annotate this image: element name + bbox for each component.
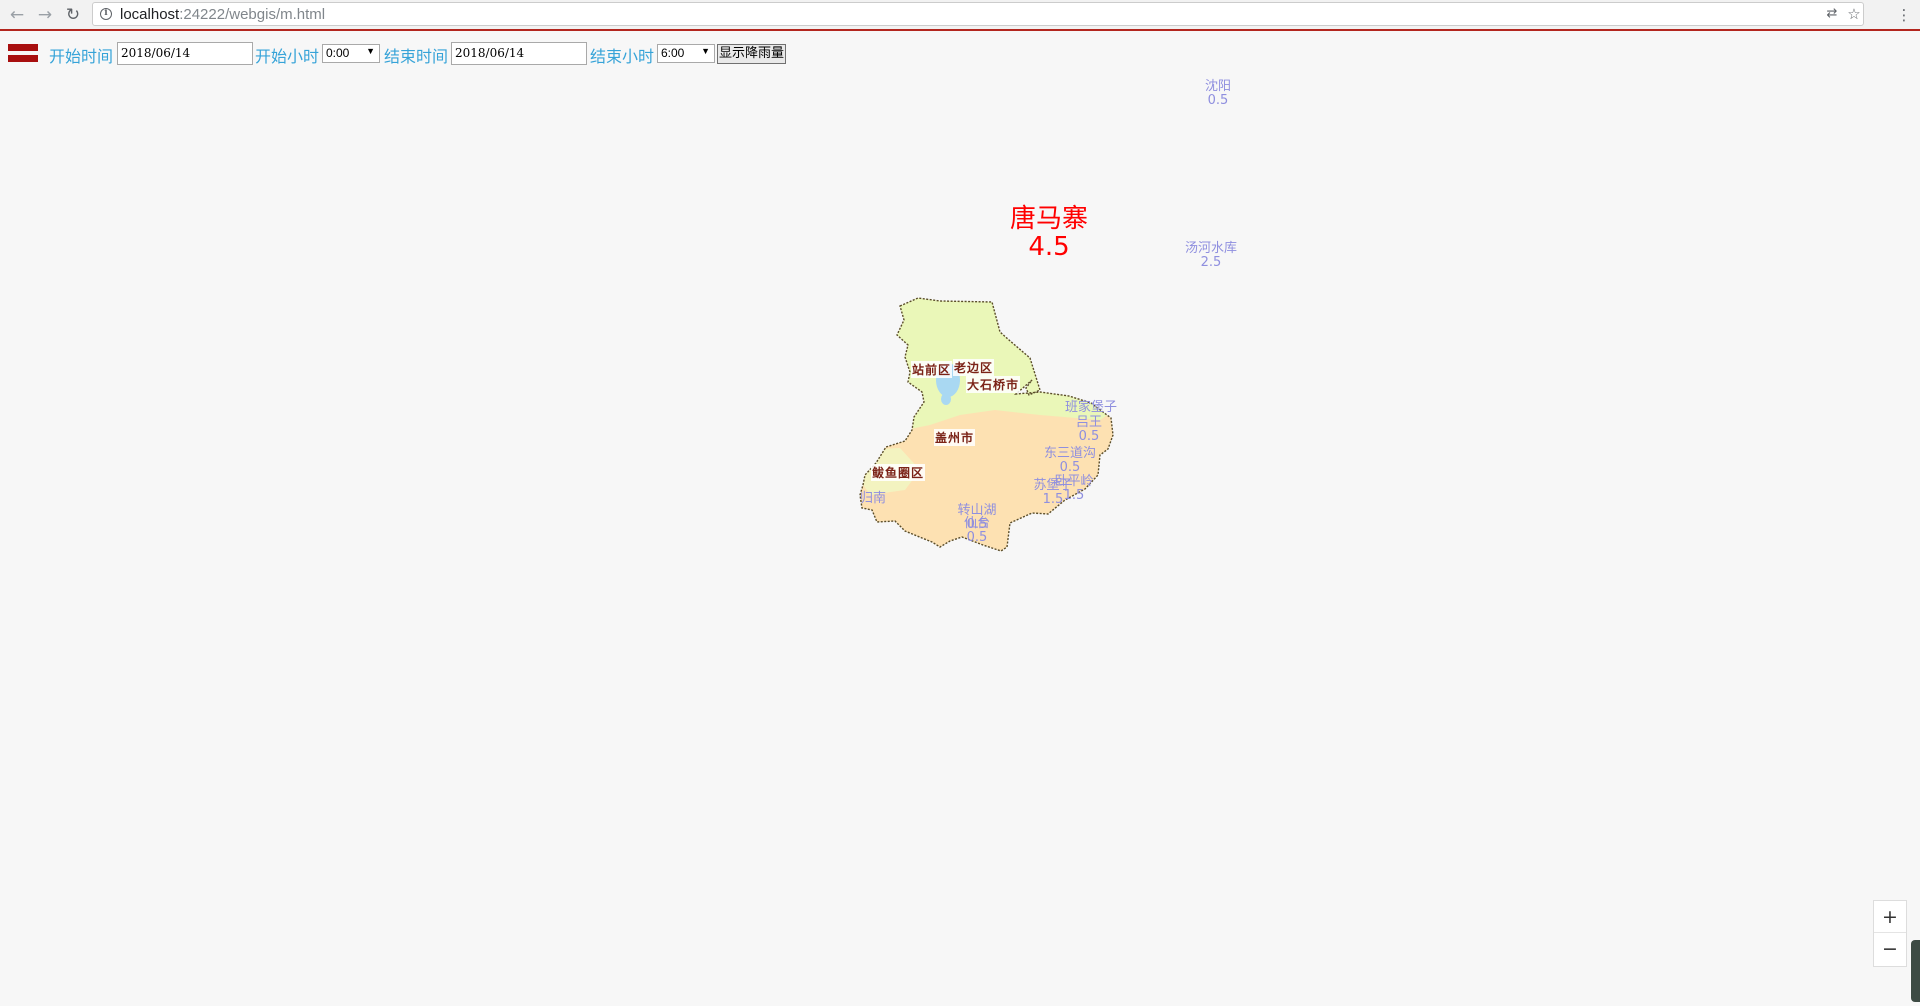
zoom-control: + − [1873,900,1907,967]
end-hour-label: 结束小时 [590,47,655,66]
end-date-label: 结束时间 [384,47,449,66]
end-date-input[interactable]: 2018/06/14 [451,42,587,65]
forward-icon[interactable]: → [34,4,56,26]
start-date-input[interactable]: 2018/06/14 [117,42,253,65]
station-name: 东三道沟 [1043,446,1097,461]
chevron-down-icon: ▼ [366,46,375,56]
station-name: 汤河水库 [1184,241,1238,256]
station-name: 归南 [859,491,887,506]
address-bar[interactable]: i localhost:24222/webgis/m.html ⇄ ☆ [92,2,1864,26]
station-name: 班家堡子 [1064,400,1118,415]
station-label[interactable]: 仙台 0.5 [964,517,990,545]
show-rainfall-button[interactable]: 显示降雨量 [717,44,787,64]
hamburger-menu-icon[interactable] [8,44,38,68]
station-value: 0.5 [1059,460,1081,475]
district-label-gaizhou: 盖州市 [934,429,976,446]
station-name: 沈阳 [1204,79,1232,94]
station-value: 2.5 [1200,255,1222,270]
start-hour-select[interactable]: 0:00 ▼ [322,44,380,63]
station-label[interactable]: 归南 [860,492,886,506]
station-label[interactable]: 卧平岭 1.5 [1054,475,1093,503]
browser-chrome: ← → ↻ i localhost:24222/webgis/m.html ⇄ … [0,0,1920,31]
station-label[interactable]: 吕王 0.5 [1076,416,1102,444]
chevron-down-icon: ▼ [701,46,710,56]
translate-icon[interactable]: ⇄ [1821,3,1843,25]
query-toolbar: 开始时间 2018/06/14 开始小时 0:00 ▼ 结束时间 2018/06/… [0,40,820,68]
side-panel-handle[interactable] [1911,940,1920,1002]
start-hour-value: 0:00 [326,46,350,60]
station-value: 1.5 [1063,488,1085,503]
region-map [859,297,1114,552]
map-canvas[interactable]: 站前区 老边区 大石桥市 盖州市 鲅鱼圈区 沈阳 0.5 唐马寨 4.5 汤河水… [0,70,1920,1006]
station-label[interactable]: 班家堡子 [1065,401,1117,415]
info-icon[interactable]: i [100,8,112,20]
station-label[interactable]: 东三道沟 0.5 [1044,447,1096,475]
station-name: 卧平岭 [1054,474,1094,489]
district-label-laobian: 老边区 [953,359,995,376]
zoom-in-button[interactable]: + [1874,901,1906,933]
url-text[interactable]: localhost:24222/webgis/m.html [120,6,325,23]
reload-icon[interactable]: ↻ [62,4,84,26]
station-name: 仙台 [963,516,991,531]
district-label-dashiqiao: 大石桥市 [966,376,1021,393]
station-label[interactable]: 汤河水库 2.5 [1185,242,1237,270]
url-host: localhost [120,6,180,23]
station-label[interactable]: 沈阳 0.5 [1205,80,1231,108]
highlight-station-label[interactable]: 唐马寨 4.5 [1010,205,1088,261]
station-value: 0.5 [1078,429,1100,444]
district-label-bayuquan: 鲅鱼圈区 [871,464,926,481]
start-hour-label: 开始小时 [255,47,320,66]
district-label-zhanqian: 站前区 [911,361,953,378]
back-icon[interactable]: ← [6,4,28,26]
end-hour-select[interactable]: 6:00 ▼ [657,44,715,63]
station-name: 唐马寨 [1009,204,1089,234]
zoom-out-button[interactable]: − [1874,933,1906,965]
url-path: :24222/webgis/m.html [179,6,326,23]
station-value: 0.5 [1207,93,1229,108]
station-value: 4.5 [1028,232,1070,262]
start-date-label: 开始时间 [49,47,114,66]
end-hour-value: 6:00 [661,46,685,60]
menu-dots-icon[interactable]: ⋮ [1893,4,1915,26]
bookmark-star-icon[interactable]: ☆ [1843,3,1865,25]
station-value: 0.5 [966,530,988,545]
station-name: 吕王 [1075,415,1103,430]
